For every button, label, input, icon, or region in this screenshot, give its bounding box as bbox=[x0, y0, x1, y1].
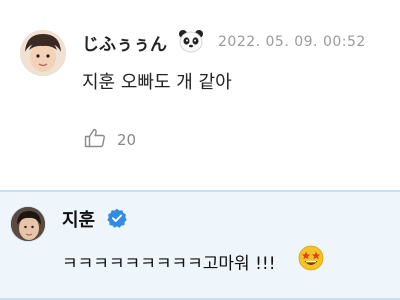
panda-icon bbox=[178, 29, 204, 53]
fan-comment-text: 지훈 오빠도 개 같아 bbox=[82, 72, 232, 93]
star-struck-emoji-icon bbox=[298, 245, 324, 271]
comment-timestamp: 2022. 05. 09. 00:52 bbox=[218, 34, 366, 50]
fan-avatar[interactable] bbox=[20, 30, 66, 76]
verified-check-icon bbox=[107, 208, 127, 228]
comment-thread: じふぅぅん 2022. 05. 09. 00:52 지훈 오빠도 개 같아 20 bbox=[0, 0, 400, 300]
artist-name[interactable]: 지훈 bbox=[62, 206, 95, 232]
fan-comment: じふぅぅん 2022. 05. 09. 00:52 지훈 오빠도 개 같아 20 bbox=[0, 0, 400, 190]
thumbs-up-icon[interactable] bbox=[84, 128, 106, 148]
artist-reply: 지훈 ㅋㅋㅋㅋㅋㅋㅋㅋㅋ고마워 !!! bbox=[0, 190, 400, 300]
artist-avatar[interactable] bbox=[10, 206, 46, 242]
fan-username[interactable]: じふぅぅん bbox=[82, 30, 167, 55]
like-count: 20 bbox=[117, 131, 137, 149]
artist-reply-text: ㅋㅋㅋㅋㅋㅋㅋㅋㅋ고마워 !!! bbox=[62, 254, 276, 274]
